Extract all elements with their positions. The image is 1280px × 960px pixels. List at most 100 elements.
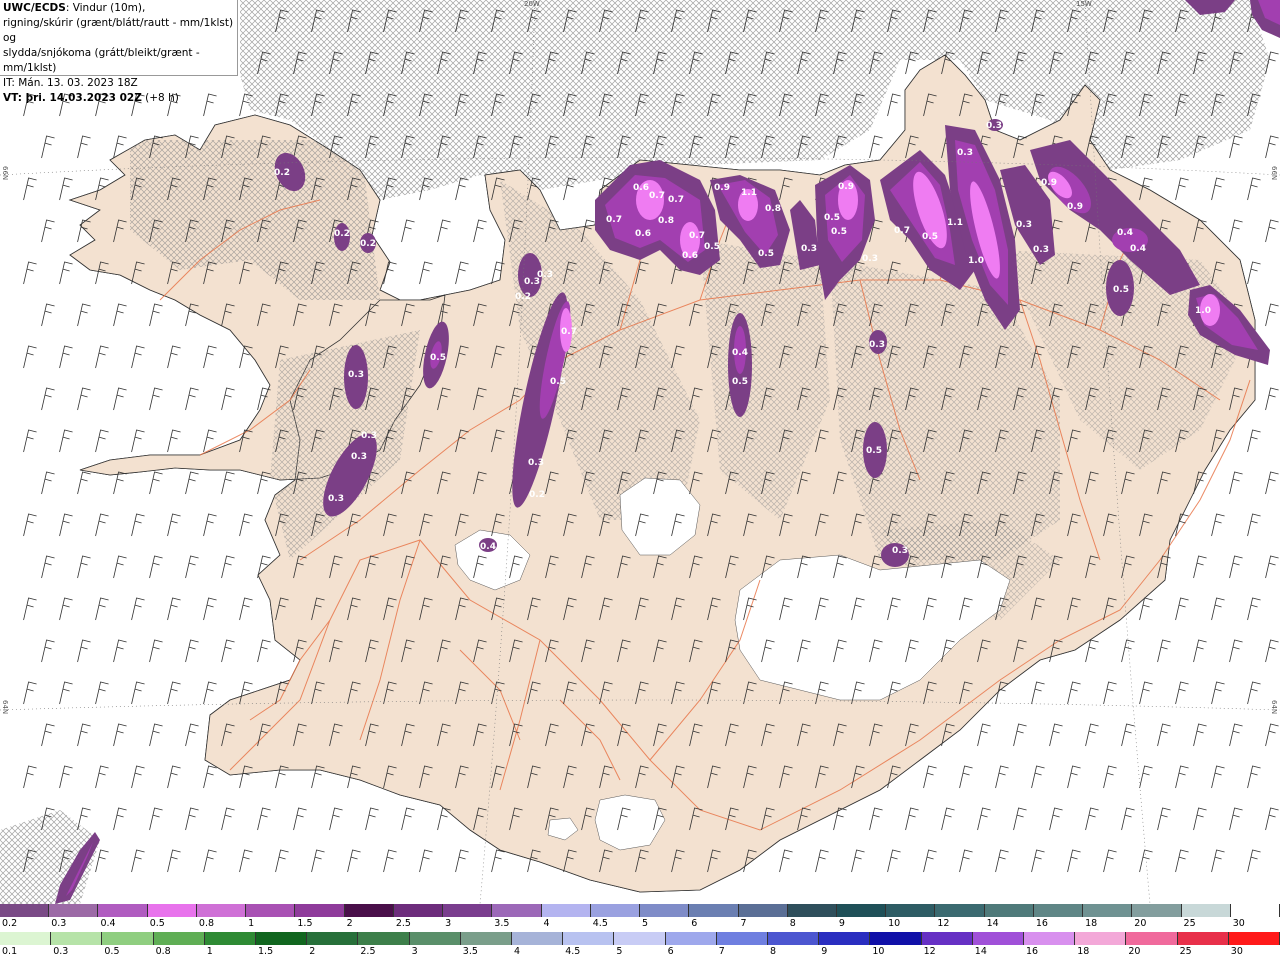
legend-swatch [409,932,461,945]
legend-swatch [640,904,690,917]
lon-label-15w: 15W [1076,0,1092,8]
precip-value-label: 0.3 [869,340,885,350]
precip-value-label: 1.1 [741,188,757,198]
precip-value-label: 0.4 [1130,244,1146,254]
legend-label: 2.5 [395,918,411,929]
legend-swatch [921,932,973,945]
legend-swatch [256,932,308,945]
legend-label: 18 [1085,918,1098,929]
precip-value-label: 0.6 [682,251,698,261]
precip-value-label: 0.5 [430,353,446,363]
legend-swatch [344,904,394,917]
legend-label: 14 [974,946,987,957]
title-rest: : Vindur (10m), [65,2,146,14]
legend-label: 10 [872,946,885,957]
legend-swatch [1033,904,1084,917]
legend-label: 4.5 [565,946,581,957]
legend-swatch [1083,904,1133,917]
legend-label: 9 [838,918,845,929]
legend-label: 4.5 [592,918,608,929]
info-title-line: UWC/ECDS: Vindur (10m), [3,1,234,16]
precip-value-label: 0.5 [758,249,774,259]
legend-rain-labels: 0.1 0.3 0.5 0.8 1 1.5 2 2.5 3 3.5 4 4.5 5 6 7 8 9 10 12 14 1… [0,946,1280,958]
precip-value-label: 0.2 [515,292,531,302]
precip-value-label: 0.9 [1067,202,1083,212]
legend-label: 30 [1230,946,1243,957]
legend-swatch [512,932,564,945]
legend-swatch [541,904,591,917]
legend-label: 5 [616,946,623,957]
legend-label: 0.3 [53,946,69,957]
legend-label: 2.5 [360,946,376,957]
legend-snow-swatches [0,904,1280,917]
precip-value-label: 0.3 [351,452,367,462]
legend-label: 0.1 [2,946,18,957]
weather-map: 0.2 0.2 0.2 0.3 0.5 0.3 0.3 0.3 0.4 0.3 0.2 0.3 0.7 0… [0,0,1280,904]
precip-value-label: 0.3 [1033,245,1049,255]
precip-value-label: 0.3 [348,370,364,380]
precip-value-label: 0.2 [360,239,376,249]
legend-label: 3 [411,946,418,957]
legend-swatch [984,904,1034,917]
legend-swatch [98,904,148,917]
color-legend: 0.2 0.3 0.4 0.5 0.8 1 1.5 2 2.5 3 3.5 4 4.5 5 6 7 8 9 10 12… [0,904,1280,960]
precip-value-label: 0.7 [561,327,577,337]
legend-label: 3 [445,918,452,929]
precip-value-label: 0.8 [658,216,674,226]
precip-value-label: 0.8 [765,204,781,214]
legend-snow-labels: 0.2 0.3 0.4 0.5 0.8 1 1.5 2 2.5 3 3.5 4 4.5 5 6 7 8 9 10 12… [0,918,1280,930]
legend-label: 6 [667,946,674,957]
precip-value-label: 0.6 [633,183,649,193]
legend-swatch [886,904,936,917]
legend-label: 25 [1179,946,1192,957]
precip-value-label: 0.5 [732,377,748,387]
precip-value-label: 0.5 [866,446,882,456]
legend-label: 5 [642,918,649,929]
legend-swatch [246,904,296,917]
legend-swatch [768,932,820,945]
legend-label: 6 [691,918,698,929]
legend-label: 7 [740,918,747,929]
legend-swatch [1181,904,1231,917]
precip-value-label: 1.0 [968,256,984,266]
legend-label: 14 [986,918,999,929]
legend-label: 30 [1232,918,1245,929]
valid-time: VT: þri. 14.03.2023 02Z [3,92,142,104]
legend-swatch [358,932,410,945]
legend-swatch [49,904,99,917]
legend-swatch [393,904,444,917]
legend-label: 18 [1077,946,1090,957]
precip-value-label: 0.4 [732,348,748,358]
legend-label: 0.8 [198,918,215,929]
precip-value-label: 0.2 [529,490,545,500]
legend-swatch [836,904,887,917]
legend-swatch [563,932,615,945]
precip-value-label: 0.2 [334,229,350,239]
legend-swatch [1075,932,1127,945]
legend-swatch [204,932,257,945]
precip-value-label: 0.3 [528,458,544,468]
legend-label: 16 [1026,946,1039,957]
precip-value-label: 0.3 [361,431,377,441]
legend-swatch [665,932,717,945]
legend-label: 4 [543,918,550,929]
precip-value-label: 0.9 [838,182,854,192]
legend-label: 1.5 [297,918,313,929]
precip-value-label: 0.3 [986,121,1002,131]
legend-swatch [870,932,922,945]
legend-label: 25 [1183,918,1196,929]
legend-swatch [716,932,769,945]
legend-swatch [1126,932,1178,945]
lon-label-20w: 20W [524,0,540,8]
precip-value-label: 0.2 [274,168,290,178]
legend-label: 0.4 [100,918,116,929]
legend-swatch [935,904,985,917]
precip-value-label: 0.5 [550,377,566,387]
precip-value-label: 0.3 [537,270,553,280]
precip-value-label: 0.3 [801,244,817,254]
legend-swatch [147,904,197,917]
precip-value-label: 0.4 [1117,228,1133,238]
legend-label: 12 [923,946,936,957]
precip-value-label: 0.5 [1113,285,1129,295]
legend-swatch [0,904,50,917]
